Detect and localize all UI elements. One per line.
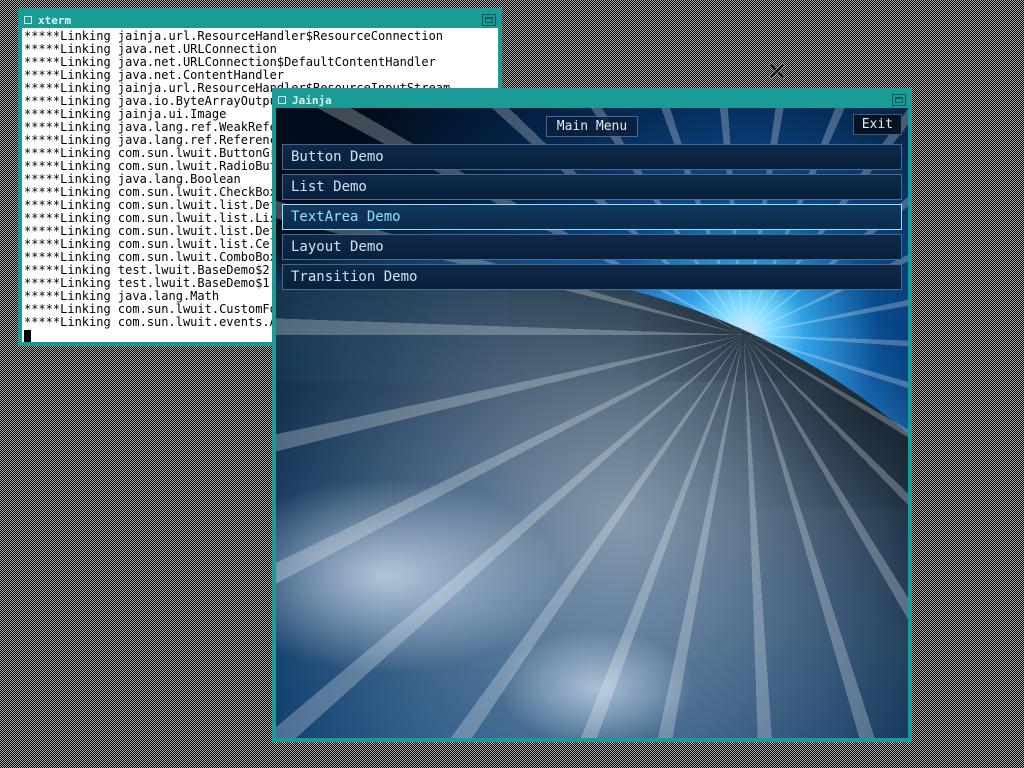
menu-item-transition-demo[interactable]: Transition Demo: [282, 264, 902, 290]
xterm-title: xterm: [38, 14, 476, 27]
menu-item-label: Layout Demo: [291, 239, 384, 255]
menu-item-layout-demo[interactable]: Layout Demo: [282, 234, 902, 260]
menu-item-list-demo[interactable]: List Demo: [282, 174, 902, 200]
xterm-titlebar[interactable]: xterm: [22, 12, 498, 28]
maximize-icon[interactable]: [482, 14, 496, 26]
window-menu-icon[interactable]: [24, 16, 32, 24]
menu-item-label: Button Demo: [291, 149, 384, 165]
pointer-x-icon: [768, 62, 786, 80]
jainja-window: Jainja Main Menu Exit Button Demo List De…: [272, 88, 912, 742]
window-menu-icon[interactable]: [278, 96, 286, 104]
earth-image: [276, 268, 908, 738]
terminal-cursor: [24, 330, 31, 342]
jainja-title: Jainja: [292, 94, 886, 107]
maximize-icon[interactable]: [892, 94, 906, 106]
exit-button[interactable]: Exit: [853, 114, 902, 135]
jainja-canvas: Main Menu Exit Button Demo List Demo TextA…: [276, 108, 908, 738]
menu-item-label: Transition Demo: [291, 269, 417, 285]
menu-item-label: TextArea Demo: [291, 209, 401, 225]
menu-item-button-demo[interactable]: Button Demo: [282, 144, 902, 170]
menu-item-textarea-demo[interactable]: TextArea Demo: [282, 204, 902, 230]
app-header: Main Menu Exit: [282, 114, 902, 138]
main-menu: Button Demo List Demo TextArea Demo Layout …: [282, 144, 902, 290]
menu-item-label: List Demo: [291, 179, 367, 195]
screen-title: Main Menu: [546, 116, 638, 137]
jainja-titlebar[interactable]: Jainja: [276, 92, 908, 108]
